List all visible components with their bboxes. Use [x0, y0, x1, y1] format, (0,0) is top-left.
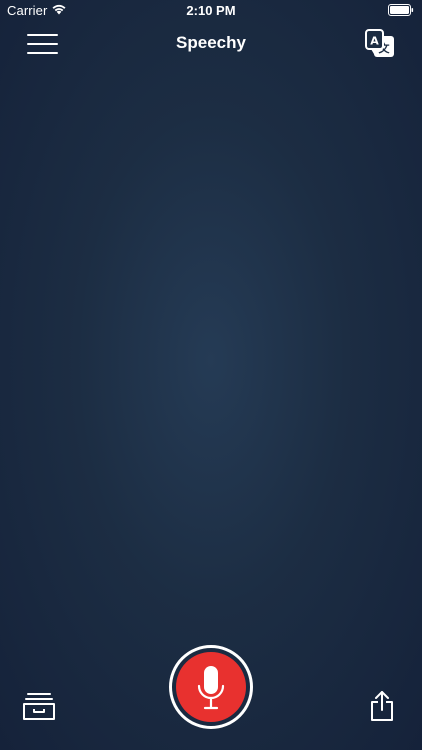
svg-text:A: A	[370, 35, 379, 48]
share-icon[interactable]	[369, 690, 395, 722]
record-button-fill	[176, 652, 246, 722]
page-title: Speechy	[176, 33, 246, 52]
status-time: 2:10 PM	[186, 3, 236, 18]
translate-icon[interactable]: 文 A	[364, 28, 396, 60]
record-button[interactable]	[169, 645, 253, 729]
battery-icon	[388, 4, 414, 16]
bottom-toolbar	[0, 640, 422, 750]
microphone-icon	[197, 666, 225, 710]
status-bar: Carrier 2:10 PM	[0, 0, 422, 22]
navigation-bar: Speechy 文 A	[0, 22, 422, 66]
archive-tray-icon[interactable]	[22, 690, 56, 722]
